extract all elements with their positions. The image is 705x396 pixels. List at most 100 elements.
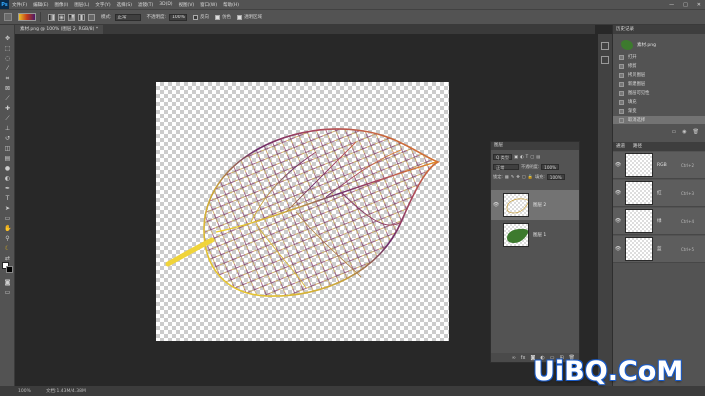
lock-artboard-icon[interactable]: ▢ — [522, 174, 526, 179]
linear-gradient-icon[interactable] — [48, 13, 55, 21]
channel-row-rgb[interactable]: 👁 RGB Ctrl+2 — [613, 152, 705, 179]
channel-row-red[interactable]: 👁 红 Ctrl+3 — [613, 180, 705, 207]
snapshot-camera-icon[interactable]: ◉ — [682, 129, 686, 138]
filter-shape-icon[interactable]: ▢ — [530, 154, 534, 159]
layer-name[interactable]: 图层 2 — [533, 202, 546, 208]
filter-adjust-icon[interactable]: ◐ — [520, 154, 524, 159]
eyedropper-icon[interactable]: ⟋ — [4, 95, 11, 102]
layer-kind-filter[interactable]: Q 类型 — [493, 153, 513, 160]
opacity-input[interactable]: 100% — [169, 13, 188, 21]
dodge-tool-icon[interactable]: ◐ — [4, 175, 11, 182]
history-item[interactable]: 图层可见性 — [613, 89, 705, 97]
lock-move-icon[interactable]: ✥ — [516, 174, 520, 179]
blur-tool-icon[interactable]: ● — [4, 165, 11, 172]
swap-colors-icon[interactable]: ⇄ — [4, 255, 11, 262]
shape-tool-icon[interactable]: ▭ — [4, 215, 11, 222]
history-item[interactable]: 拷贝图层 — [613, 71, 705, 79]
lasso-tool-icon[interactable]: ◌ — [4, 55, 11, 62]
brush-tool-icon[interactable]: ⟋ — [4, 115, 11, 122]
menu-select[interactable]: 选择(S) — [114, 2, 135, 8]
layer-name[interactable]: 图层 1 — [533, 232, 546, 238]
tab-channels[interactable]: 通道 — [616, 142, 625, 151]
channel-row-green[interactable]: 👁 绿 Ctrl+4 — [613, 208, 705, 235]
visibility-eye-icon[interactable]: 👁 — [613, 190, 623, 196]
menu-file[interactable]: 文件(F) — [9, 2, 30, 8]
reflected-gradient-icon[interactable] — [78, 13, 85, 21]
lock-all-icon[interactable]: 🔒 — [528, 174, 533, 180]
history-item-active[interactable]: 取消选择 — [613, 116, 705, 124]
menu-window[interactable]: 窗口(W) — [197, 2, 220, 8]
visibility-eye-icon[interactable]: 👁 — [491, 202, 501, 208]
magic-wand-icon[interactable]: ⁄ — [4, 65, 11, 72]
frame-tool-icon[interactable]: ⊠ — [4, 85, 11, 92]
channel-row-blue[interactable]: 👁 蓝 Ctrl+5 — [613, 236, 705, 263]
background-color-swatch[interactable] — [6, 266, 13, 273]
dither-option[interactable]: 仿色 — [215, 14, 231, 20]
history-item[interactable]: 填充 — [613, 98, 705, 106]
minimize-icon[interactable]: — — [669, 2, 674, 8]
visibility-eye-icon[interactable]: 👁 — [613, 162, 623, 168]
close-icon[interactable]: ✕ — [697, 2, 701, 8]
tab-paths[interactable]: 路径 — [633, 142, 642, 151]
menu-3d[interactable]: 3D(D) — [156, 2, 175, 7]
banana-icon[interactable]: ☾ — [4, 245, 11, 252]
diamond-gradient-icon[interactable] — [88, 13, 95, 21]
maximize-icon[interactable]: □ — [683, 2, 688, 8]
history-item[interactable]: 打开 — [613, 53, 705, 61]
history-panel-title[interactable]: 历史记录 — [616, 25, 634, 34]
reverse-checkbox[interactable] — [193, 14, 199, 20]
document-info[interactable]: 文档:1.43M/4.38M — [46, 388, 86, 394]
new-document-from-state-icon[interactable]: ▭ — [672, 129, 677, 138]
menu-help[interactable]: 帮助(H) — [220, 2, 242, 8]
layer-row-2[interactable]: 👁 图层 2 — [491, 190, 579, 220]
visibility-eye-icon[interactable]: 👁 — [613, 246, 623, 252]
menu-image[interactable]: 图像(I) — [51, 2, 71, 8]
gradient-picker[interactable] — [18, 13, 36, 21]
photoshop-logo[interactable]: Ps — [0, 0, 9, 9]
layer-opacity-input[interactable]: 100% — [541, 163, 560, 170]
pen-tool-icon[interactable]: ✒ — [4, 185, 11, 192]
delete-state-icon[interactable]: 🗑 — [693, 129, 699, 138]
marquee-tool-icon[interactable]: ⬚ — [4, 45, 11, 52]
path-select-icon[interactable]: ➤ — [4, 205, 11, 212]
blend-mode-select[interactable]: 正常 — [493, 163, 519, 170]
eraser-tool-icon[interactable]: ◫ — [4, 145, 11, 152]
transparency-checkbox[interactable] — [237, 14, 243, 20]
properties-panel-icon[interactable] — [601, 56, 609, 64]
move-tool-icon[interactable]: ✥ — [4, 35, 11, 42]
zoom-tool-icon[interactable]: ⚲ — [4, 235, 11, 242]
crop-tool-icon[interactable]: ⌗ — [4, 75, 11, 82]
filter-pixel-icon[interactable]: ▣ — [514, 154, 518, 159]
filter-smart-icon[interactable]: ▤ — [536, 154, 540, 159]
lock-paint-icon[interactable]: ✎ — [511, 174, 515, 179]
history-item[interactable]: 新建图层 — [613, 80, 705, 88]
menu-filter[interactable]: 滤镜(T) — [135, 2, 156, 8]
layer-style-icon[interactable]: fx — [521, 355, 526, 361]
clone-stamp-icon[interactable]: ⊥ — [4, 125, 11, 132]
document-canvas[interactable] — [156, 82, 449, 341]
visibility-eye-icon[interactable]: 👁 — [613, 218, 623, 224]
fill-input[interactable]: 100% — [546, 173, 565, 180]
angle-gradient-icon[interactable] — [68, 13, 75, 21]
quick-mask-icon[interactable]: ◙ — [4, 279, 11, 286]
reverse-option[interactable]: 反向 — [193, 14, 209, 20]
screen-mode-icon[interactable]: ▭ — [4, 289, 11, 296]
history-panel-icon[interactable] — [601, 42, 609, 50]
hand-tool-icon[interactable]: ✋ — [4, 225, 11, 232]
filter-type-icon[interactable]: T — [526, 154, 529, 159]
menu-layer[interactable]: 图层(L) — [71, 2, 92, 8]
menu-edit[interactable]: 编辑(E) — [30, 2, 51, 8]
transparency-option[interactable]: 透明区域 — [237, 14, 262, 20]
gradient-tool-icon[interactable] — [4, 13, 12, 21]
menu-type[interactable]: 文字(Y) — [92, 2, 113, 8]
history-snapshot[interactable]: 素材.png — [613, 38, 705, 51]
layer-row-1[interactable]: 图层 1 — [491, 220, 579, 250]
history-item[interactable]: 修剪 — [613, 62, 705, 70]
document-tab[interactable]: 素材.png @ 100% (图层 2, RGB/8) * — [15, 25, 104, 34]
layers-panel-title[interactable]: 图层 — [491, 142, 579, 150]
history-brush-icon[interactable]: ↺ — [4, 135, 11, 142]
gradient-tool-icon[interactable]: ▤ — [4, 155, 11, 162]
mode-select[interactable]: 正常 — [114, 13, 141, 21]
type-tool-icon[interactable]: T — [4, 195, 11, 202]
link-layers-icon[interactable]: ∞ — [512, 355, 516, 361]
